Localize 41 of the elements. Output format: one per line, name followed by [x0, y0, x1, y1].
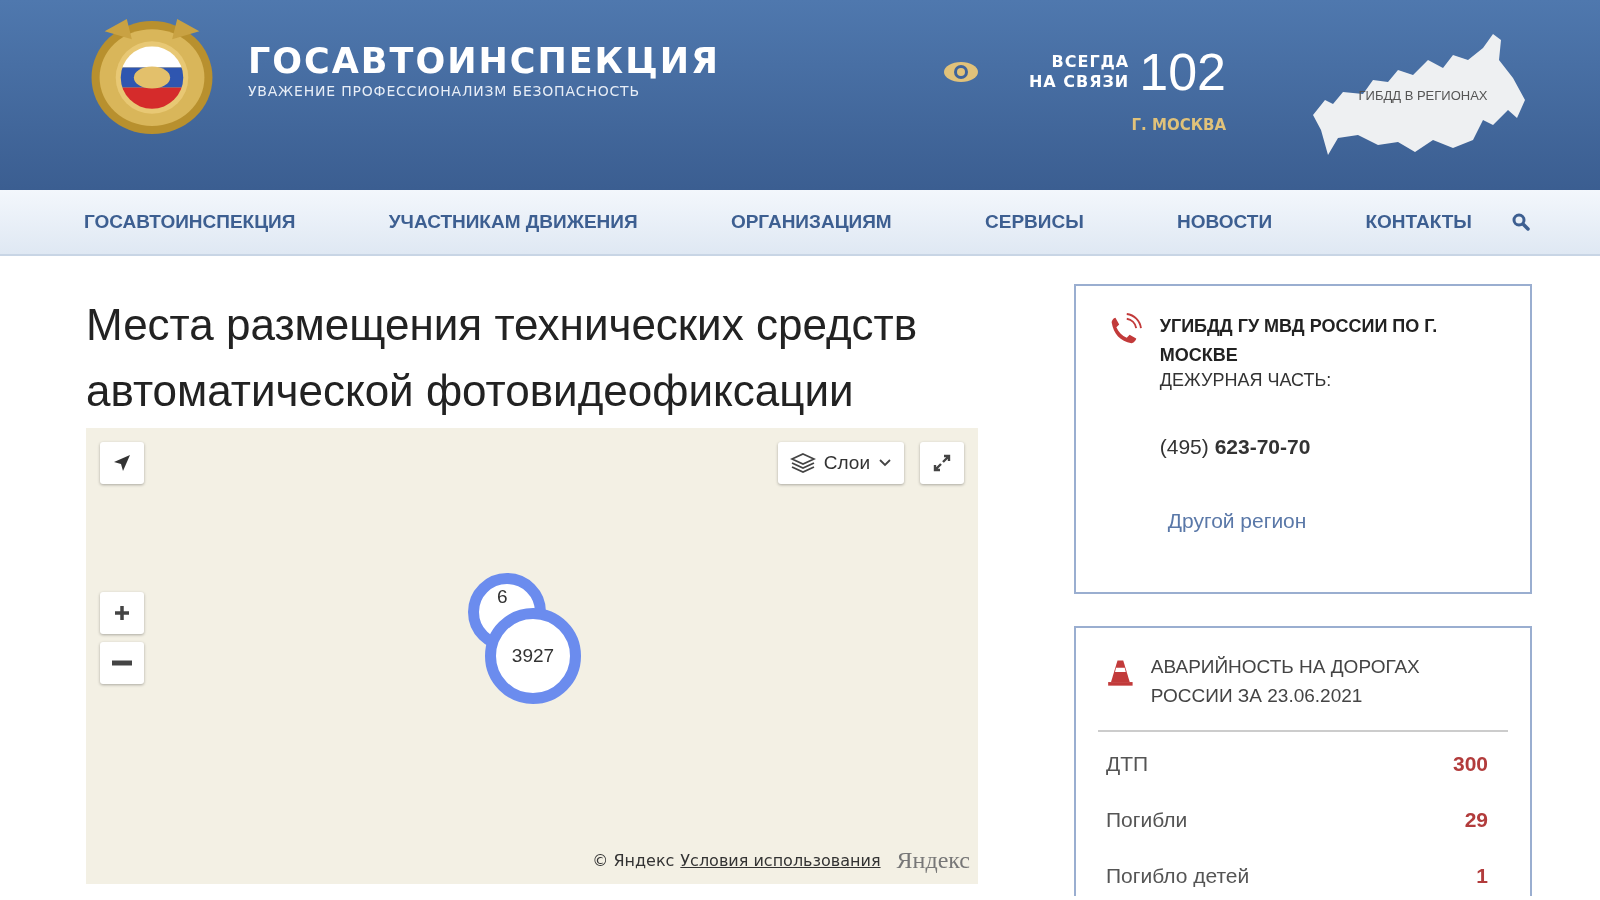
map-tile[interactable]: Слои 6 3927 © Яндекс Условия использования Яндекс [86, 428, 978, 884]
nav-link[interactable]: НОВОСТИ [1177, 211, 1273, 233]
map-provider-logo[interactable]: Яндекс [896, 847, 970, 874]
other-region-link[interactable]: Другой регион [1167, 509, 1500, 533]
fullscreen-button[interactable] [920, 442, 964, 484]
search-icon[interactable] [1512, 213, 1530, 231]
layers-button[interactable]: Слои [777, 442, 904, 484]
terms-link[interactable]: Условия использования [680, 851, 881, 870]
map-copyright: © Яндекс [592, 851, 675, 870]
arrow-icon [112, 453, 132, 473]
hotline-caption: ВСЕГДА НА СВЯЗИ [1028, 52, 1130, 92]
department-name: УГИБДД ГУ МВД РОССИИ ПО Г. МОСКВЕ [1159, 315, 1439, 367]
nav-link[interactable]: УЧАСТНИКАМ ДВИЖЕНИЯ [388, 211, 638, 233]
phone-number[interactable]: (495) 623-70-70 [1159, 435, 1500, 459]
caret-icon [878, 458, 892, 468]
stat-label: ДТП [1106, 752, 1149, 776]
city-name[interactable]: Г. МОСКВА [1131, 116, 1226, 134]
eye-icon [942, 61, 979, 83]
page-title: Места размещения технических средств автоматической фотовидеофиксации [86, 299, 919, 417]
expand-icon [932, 453, 952, 473]
stat-value: 29 [1464, 808, 1488, 832]
nav-link[interactable]: ОРГАНИЗАЦИЯМ [730, 211, 892, 233]
stat-label: Погибло детей [1106, 864, 1250, 888]
duty-caption: ДЕЖУРНАЯ ЧАСТЬ: [1159, 370, 1333, 391]
accidents-title: АВАРИЙНОСТЬ НА ДОРОГАХ РОССИИ ЗА 23.06.2021 [1150, 655, 1421, 708]
stat-value: 300 [1452, 752, 1488, 776]
stat-label: Погибли [1106, 808, 1188, 832]
nav-link[interactable]: СЕРВИСЫ [985, 211, 1084, 233]
stat-value: 1 [1476, 864, 1488, 888]
layers-icon [789, 452, 816, 474]
zoom-out-button[interactable] [100, 642, 144, 684]
zoom-in-button[interactable] [100, 592, 144, 634]
nav-link[interactable]: КОНТАКТЫ [1365, 211, 1472, 233]
locate-button[interactable] [100, 442, 144, 484]
plus-icon [112, 603, 132, 623]
site-title: ГОСАВТОИНСПЕКЦИЯ [248, 41, 720, 81]
nav-link[interactable]: ГОСАВТОИНСПЕКЦИЯ [84, 211, 296, 233]
site-slogan: УВАЖЕНИЕ ПРОФЕССИОНАЛИЗМ БЕЗОПАСНОСТЬ [248, 83, 641, 99]
hotline-number[interactable]: 102 [1139, 44, 1226, 100]
cluster-marker[interactable]: 3927 [485, 608, 581, 704]
minus-icon [112, 660, 132, 666]
